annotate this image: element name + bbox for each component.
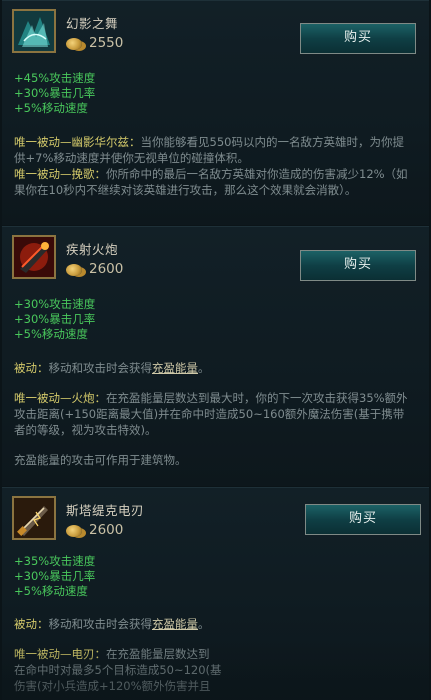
- item-description: 唯一被动—幽影华尔兹：当你能够看见550码以内的一名敌方英雄时，为你提供+7%移…: [14, 135, 408, 197]
- item-card-statikk-shiv: 斯塔缇克电刃 2600 购买 +35%攻击速度 +30%暴击几率 +5%移动速度…: [2, 487, 429, 700]
- statikk-shiv-icon: [12, 496, 56, 540]
- item-name: 疾射火炮: [66, 242, 119, 257]
- buy-button[interactable]: 购买: [305, 504, 421, 535]
- buy-button[interactable]: 购买: [300, 23, 416, 54]
- gold-coin-icon: [66, 38, 82, 50]
- gold-coin-icon: [66, 264, 82, 276]
- phantom-dancer-icon: [12, 9, 56, 53]
- gold-coin-icon: [66, 525, 82, 537]
- item-stats: +45%攻击速度 +30%暴击几率 +5%移动速度: [14, 71, 96, 115]
- item-card-rapid-firecannon: 疾射火炮 2600 购买 +30%攻击速度 +30%暴击几率 +5%移动速度 被…: [2, 226, 429, 486]
- item-name: 幻影之舞: [66, 16, 119, 31]
- rapid-firecannon-icon: [12, 235, 56, 279]
- buy-button[interactable]: 购买: [300, 250, 416, 281]
- item-stats: +35%攻击速度 +30%暴击几率 +5%移动速度: [14, 554, 96, 598]
- item-card-phantom-dancer: 幻影之舞 2550 购买 +45%攻击速度 +30%暴击几率 +5%移动速度 唯…: [2, 0, 429, 225]
- item-name: 斯塔缇克电刃: [66, 503, 145, 518]
- item-stats: +30%攻击速度 +30%暴击几率 +5%移动速度: [14, 297, 96, 341]
- item-description: 被动：移动和攻击时会获得充盈能量。 唯一被动—电刃：在充盈能量层数达到 在命中时…: [14, 617, 222, 693]
- item-description: 被动：移动和攻击时会获得充盈能量。 唯一被动—火炮：在充盈能量层数达到最大时，你…: [14, 361, 408, 467]
